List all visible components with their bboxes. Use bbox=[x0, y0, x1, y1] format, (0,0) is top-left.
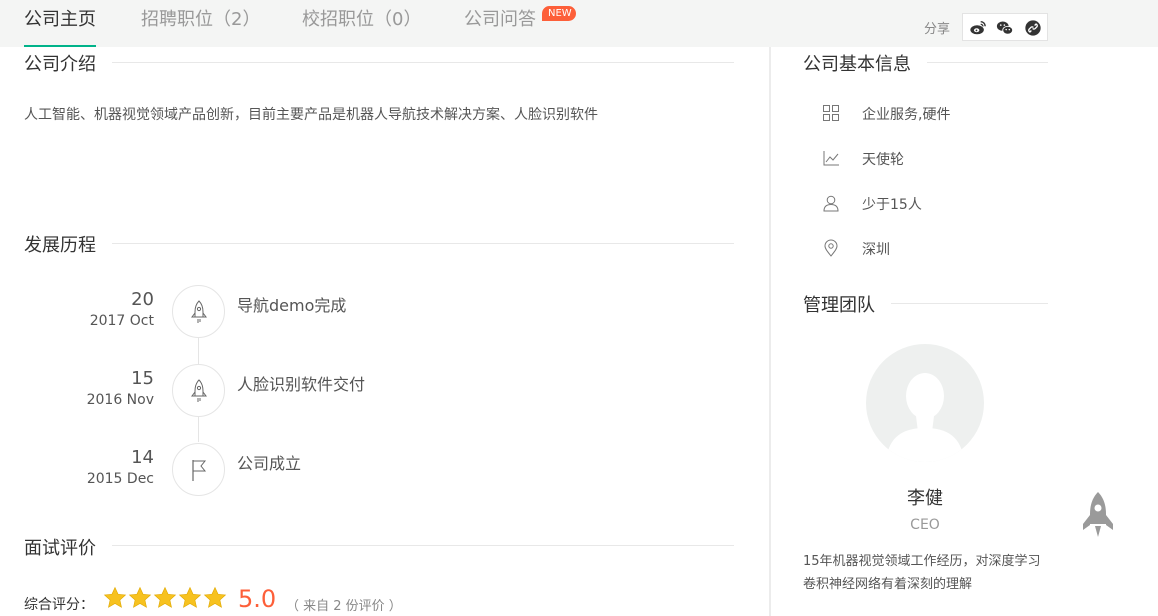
timeline-day: 20 bbox=[131, 289, 154, 310]
team-member-description: 15年机器视觉领域工作经历，对深度学习卷积神经网络有着深刻的理解 bbox=[803, 554, 1041, 592]
star-icon bbox=[178, 586, 202, 608]
grid-icon bbox=[823, 105, 839, 121]
section-divider bbox=[24, 62, 734, 63]
company-intro-text: 人工智能、机器视觉领域产品创新，目前主要产品是机器人导航技术解决方案、人脸识别软… bbox=[24, 107, 598, 123]
column-divider bbox=[769, 47, 771, 616]
star-icon bbox=[103, 586, 127, 608]
section-title-history: 发展历程 bbox=[24, 231, 112, 257]
team-member-name: 李健 bbox=[907, 488, 943, 509]
location-icon bbox=[824, 239, 838, 257]
timeline-day: 15 bbox=[131, 368, 154, 389]
section-title-team: 管理团队 bbox=[803, 291, 891, 317]
back-to-top-rocket-icon[interactable] bbox=[1080, 490, 1116, 540]
timeline-date: 2015 Dec bbox=[86, 471, 154, 487]
share-buttons bbox=[962, 13, 1048, 41]
tab-job-positions[interactable]: 招聘职位（2） bbox=[141, 0, 260, 47]
section-title-reviews: 面试评价 bbox=[24, 534, 112, 560]
avatar bbox=[866, 344, 984, 462]
timeline-date: 2017 Oct bbox=[89, 313, 154, 329]
team-member-title: CEO bbox=[910, 517, 940, 533]
info-funding-stage: 天使轮 bbox=[862, 152, 904, 168]
flag-icon bbox=[192, 460, 207, 481]
person-icon bbox=[823, 195, 839, 212]
new-badge: NEW bbox=[542, 6, 576, 21]
timeline-event-text: 人脸识别软件交付 bbox=[237, 375, 366, 394]
timeline-marker bbox=[172, 285, 225, 338]
info-industry: 企业服务,硬件 bbox=[862, 107, 951, 123]
rocket-icon bbox=[191, 379, 207, 402]
timeline-marker bbox=[172, 443, 225, 496]
section-divider bbox=[24, 545, 734, 546]
rating-score: 5.0 bbox=[238, 585, 277, 613]
star-icon bbox=[203, 586, 227, 608]
section-divider bbox=[24, 243, 734, 244]
info-company-size: 少于15人 bbox=[862, 197, 922, 213]
rocket-icon bbox=[191, 300, 207, 323]
timeline-day: 14 bbox=[131, 447, 154, 468]
timeline-marker bbox=[172, 364, 225, 417]
tab-company-qa[interactable]: 公司问答 bbox=[464, 0, 536, 47]
info-location: 深圳 bbox=[862, 242, 890, 258]
star-icon bbox=[153, 586, 177, 608]
share-label: 分享 bbox=[924, 22, 951, 37]
link-icon[interactable] bbox=[1024, 19, 1042, 37]
rating-count: （ 来自 2 份评价 ） bbox=[286, 599, 402, 614]
star-icon bbox=[128, 586, 152, 608]
timeline-event-text: 公司成立 bbox=[237, 454, 302, 473]
tab-campus-positions[interactable]: 校招职位（0） bbox=[302, 0, 421, 47]
section-title-intro: 公司介绍 bbox=[24, 50, 112, 76]
weibo-icon[interactable] bbox=[969, 19, 987, 37]
wechat-icon[interactable] bbox=[996, 19, 1014, 37]
section-title-basic-info: 公司基本信息 bbox=[803, 50, 927, 76]
tab-company-home[interactable]: 公司主页 bbox=[24, 0, 96, 47]
rating-label: 综合评分： bbox=[24, 597, 94, 613]
company-tab-bar: 公司主页 招聘职位（2） 校招职位（0） 公司问答 NEW 分享 bbox=[0, 0, 1158, 47]
timeline-date: 2016 Nov bbox=[86, 392, 154, 408]
chart-icon bbox=[823, 151, 839, 166]
timeline-event-text: 导航demo完成 bbox=[237, 296, 347, 315]
default-avatar-icon bbox=[886, 373, 964, 462]
